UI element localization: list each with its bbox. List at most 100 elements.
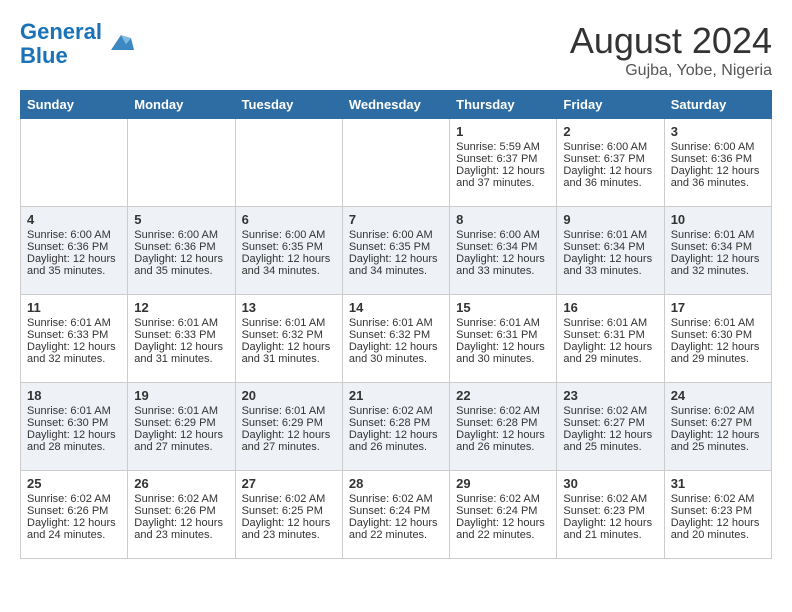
day-content: Daylight: 12 hours (349, 341, 443, 353)
day-content: and 22 minutes. (456, 529, 550, 541)
day-content: Sunrise: 6:02 AM (563, 405, 657, 417)
day-content: Daylight: 12 hours (242, 253, 336, 265)
day-content: Daylight: 12 hours (456, 517, 550, 529)
day-content: Sunrise: 6:01 AM (563, 229, 657, 241)
day-number: 22 (456, 388, 550, 403)
day-content: Sunset: 6:36 PM (27, 241, 121, 253)
calendar-cell: 2Sunrise: 6:00 AMSunset: 6:37 PMDaylight… (557, 119, 664, 207)
day-content: Sunrise: 6:00 AM (349, 229, 443, 241)
day-content: Sunrise: 6:00 AM (134, 229, 228, 241)
day-number: 19 (134, 388, 228, 403)
day-content: and 22 minutes. (349, 529, 443, 541)
calendar-cell: 1Sunrise: 5:59 AMSunset: 6:37 PMDaylight… (450, 119, 557, 207)
day-content: Daylight: 12 hours (671, 253, 765, 265)
calendar-cell: 19Sunrise: 6:01 AMSunset: 6:29 PMDayligh… (128, 383, 235, 471)
day-content: and 30 minutes. (349, 353, 443, 365)
day-content: Sunrise: 6:02 AM (349, 493, 443, 505)
day-number: 9 (563, 212, 657, 227)
day-content: Sunrise: 6:02 AM (456, 405, 550, 417)
day-content: Daylight: 12 hours (456, 165, 550, 177)
day-content: Sunset: 6:27 PM (671, 417, 765, 429)
day-content: and 31 minutes. (134, 353, 228, 365)
day-content: and 25 minutes. (671, 441, 765, 453)
calendar-cell: 26Sunrise: 6:02 AMSunset: 6:26 PMDayligh… (128, 471, 235, 559)
title-block: August 2024 Gujba, Yobe, Nigeria (570, 20, 772, 80)
day-content: Daylight: 12 hours (456, 341, 550, 353)
day-number: 18 (27, 388, 121, 403)
day-content: Daylight: 12 hours (27, 429, 121, 441)
day-content: Daylight: 12 hours (563, 165, 657, 177)
calendar-cell: 16Sunrise: 6:01 AMSunset: 6:31 PMDayligh… (557, 295, 664, 383)
day-content: Sunset: 6:33 PM (134, 329, 228, 341)
day-content: Daylight: 12 hours (242, 341, 336, 353)
day-content: Sunset: 6:35 PM (349, 241, 443, 253)
day-content: Sunset: 6:32 PM (242, 329, 336, 341)
day-content: Sunrise: 6:02 AM (456, 493, 550, 505)
day-content: and 23 minutes. (242, 529, 336, 541)
calendar-week-row: 25Sunrise: 6:02 AMSunset: 6:26 PMDayligh… (21, 471, 772, 559)
day-content: Sunset: 6:34 PM (563, 241, 657, 253)
location: Gujba, Yobe, Nigeria (570, 62, 772, 80)
day-number: 11 (27, 300, 121, 315)
day-content: Sunrise: 6:02 AM (134, 493, 228, 505)
calendar-cell: 13Sunrise: 6:01 AMSunset: 6:32 PMDayligh… (235, 295, 342, 383)
day-content: Sunrise: 6:02 AM (671, 493, 765, 505)
day-content: and 35 minutes. (27, 265, 121, 277)
day-content: and 29 minutes. (563, 353, 657, 365)
day-content: Daylight: 12 hours (456, 429, 550, 441)
day-content: and 34 minutes. (349, 265, 443, 277)
day-content: Sunrise: 6:00 AM (671, 141, 765, 153)
day-content: and 29 minutes. (671, 353, 765, 365)
calendar-cell: 23Sunrise: 6:02 AMSunset: 6:27 PMDayligh… (557, 383, 664, 471)
logo: GeneralBlue (20, 20, 136, 68)
day-content: and 24 minutes. (27, 529, 121, 541)
day-number: 27 (242, 476, 336, 491)
day-content: and 36 minutes. (563, 177, 657, 189)
day-content: and 27 minutes. (134, 441, 228, 453)
calendar-table: SundayMondayTuesdayWednesdayThursdayFrid… (20, 90, 772, 559)
calendar-cell (128, 119, 235, 207)
day-content: and 25 minutes. (563, 441, 657, 453)
day-content: Sunset: 6:37 PM (456, 153, 550, 165)
day-content: Daylight: 12 hours (456, 253, 550, 265)
day-content: and 31 minutes. (242, 353, 336, 365)
day-content: Sunset: 6:24 PM (456, 505, 550, 517)
calendar-cell: 12Sunrise: 6:01 AMSunset: 6:33 PMDayligh… (128, 295, 235, 383)
day-content: and 26 minutes. (349, 441, 443, 453)
day-number: 1 (456, 124, 550, 139)
day-content: and 33 minutes. (563, 265, 657, 277)
calendar-cell: 15Sunrise: 6:01 AMSunset: 6:31 PMDayligh… (450, 295, 557, 383)
calendar-cell: 29 Sunrise: 6:02 AMSunset: 6:24 PMDayligh… (450, 471, 557, 559)
day-content: Daylight: 12 hours (563, 341, 657, 353)
calendar-cell: 24Sunrise: 6:02 AMSunset: 6:27 PMDayligh… (664, 383, 771, 471)
calendar-cell: 14Sunrise: 6:01 AMSunset: 6:32 PMDayligh… (342, 295, 449, 383)
day-content: Sunset: 6:30 PM (27, 417, 121, 429)
day-number: 25 (27, 476, 121, 491)
weekday-header: Thursday (450, 91, 557, 119)
calendar-cell: 10Sunrise: 6:01 AMSunset: 6:34 PMDayligh… (664, 207, 771, 295)
day-content: and 33 minutes. (456, 265, 550, 277)
day-content: Sunset: 6:27 PM (563, 417, 657, 429)
day-number: 29 (456, 476, 550, 491)
day-content: Daylight: 12 hours (671, 165, 765, 177)
day-content: Daylight: 12 hours (27, 341, 121, 353)
day-content: Daylight: 12 hours (134, 341, 228, 353)
day-number: 17 (671, 300, 765, 315)
day-content: and 37 minutes. (456, 177, 550, 189)
day-content: and 20 minutes. (671, 529, 765, 541)
day-number: 3 (671, 124, 765, 139)
day-content: Sunset: 6:28 PM (349, 417, 443, 429)
calendar-cell: 4Sunrise: 6:00 AMSunset: 6:36 PMDaylight… (21, 207, 128, 295)
day-content: Sunrise: 6:01 AM (671, 229, 765, 241)
logo-text: GeneralBlue (20, 20, 102, 68)
day-content: and 32 minutes. (671, 265, 765, 277)
day-number: 14 (349, 300, 443, 315)
day-content: Daylight: 12 hours (671, 429, 765, 441)
weekday-header: Sunday (21, 91, 128, 119)
day-content: Sunset: 6:31 PM (563, 329, 657, 341)
calendar-cell: 30Sunrise: 6:02 AMSunset: 6:23 PMDayligh… (557, 471, 664, 559)
day-number: 2 (563, 124, 657, 139)
day-content: Sunrise: 6:01 AM (242, 317, 336, 329)
day-number: 10 (671, 212, 765, 227)
month-title: August 2024 (570, 20, 772, 62)
